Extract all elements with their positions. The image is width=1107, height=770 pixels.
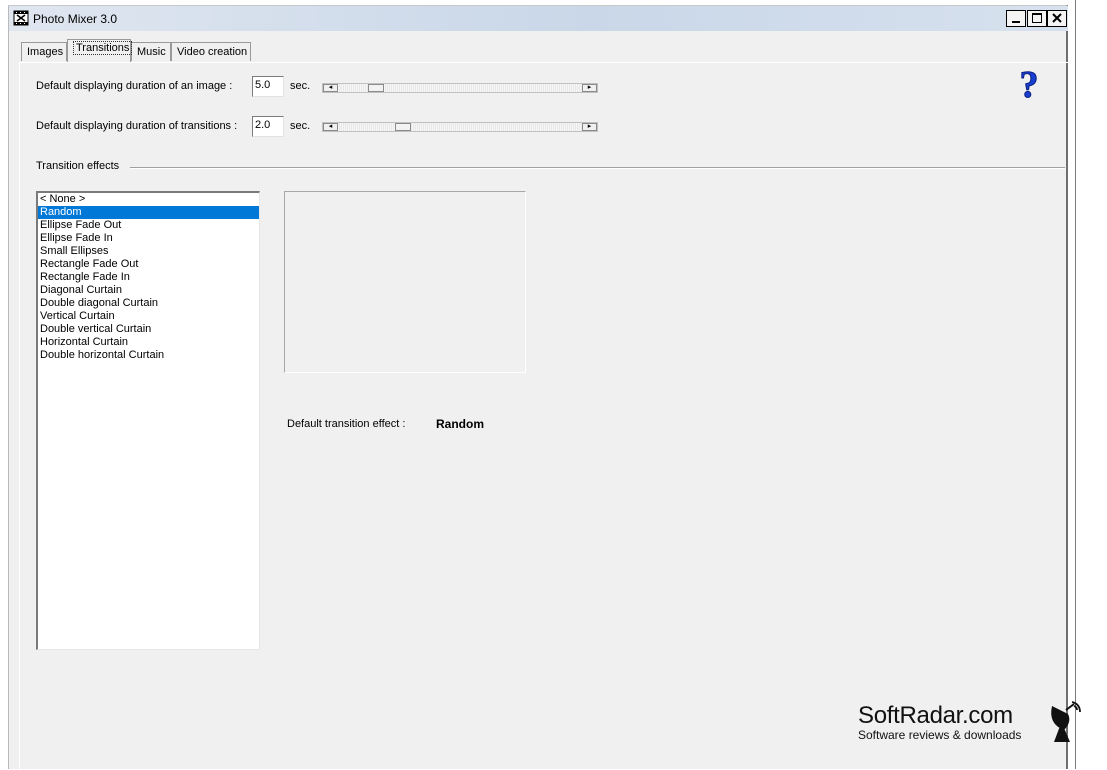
close-icon	[1052, 13, 1062, 23]
image-duration-input[interactable]: 5.0	[252, 76, 284, 97]
tab-video-creation[interactable]: Video creation	[171, 42, 251, 61]
list-item[interactable]: Double horizontal Curtain	[38, 349, 259, 362]
list-item[interactable]: Vertical Curtain	[38, 310, 259, 323]
window-title: Photo Mixer 3.0	[33, 12, 118, 26]
list-item[interactable]: Ellipse Fade Out	[38, 219, 259, 232]
default-effect-value: Random	[436, 417, 484, 431]
list-item[interactable]: Random	[38, 206, 259, 219]
tab-video-creation-label: Video creation	[177, 46, 248, 58]
watermark-name: SoftRadar.com	[858, 702, 1013, 729]
svg-text:?: ?	[1020, 66, 1039, 102]
list-item[interactable]: Small Ellipses	[38, 245, 259, 258]
list-item[interactable]: Double diagonal Curtain	[38, 297, 259, 310]
list-item[interactable]: Diagonal Curtain	[38, 284, 259, 297]
list-item[interactable]: Rectangle Fade Out	[38, 258, 259, 271]
outer-border	[1075, 0, 1076, 769]
slider-left-arrow-icon[interactable]: ◂	[323, 84, 338, 92]
watermark-tagline: Software reviews & downloads	[858, 728, 1022, 742]
list-item[interactable]: Ellipse Fade In	[38, 232, 259, 245]
slider-right-arrow-icon[interactable]: ▸	[582, 84, 597, 92]
group-divider	[130, 167, 1065, 169]
slider-right-arrow-icon[interactable]: ▸	[582, 123, 597, 131]
tab-transitions[interactable]: Transitions	[67, 39, 133, 62]
transition-duration-slider[interactable]: ◂ ▸	[322, 122, 598, 132]
film-app-icon	[13, 10, 29, 26]
transition-effects-list[interactable]: < None > Random Ellipse Fade Out Ellipse Fa…	[36, 191, 260, 650]
transition-duration-label: Default displaying duration of transitio…	[36, 120, 238, 132]
image-duration-slider-thumb[interactable]	[368, 84, 384, 92]
help-question-icon[interactable]: ?	[1014, 66, 1044, 102]
minimize-icon	[1012, 21, 1020, 23]
transition-duration-slider-thumb[interactable]	[395, 123, 411, 131]
minimize-button[interactable]	[1006, 10, 1026, 27]
tab-music-label: Music	[137, 46, 166, 58]
list-item[interactable]: < None >	[38, 193, 259, 206]
maximize-icon	[1032, 13, 1042, 23]
title-bar[interactable]: Photo Mixer 3.0	[9, 6, 1068, 31]
slider-left-arrow-icon[interactable]: ◂	[323, 123, 338, 131]
tab-images-label: Images	[27, 46, 64, 58]
tab-transitions-label: Transitions	[73, 41, 133, 55]
list-item[interactable]: Horizontal Curtain	[38, 336, 259, 349]
tab-music[interactable]: Music	[131, 42, 171, 61]
default-effect-label: Default transition effect :	[287, 418, 406, 430]
satellite-dish-icon	[1051, 701, 1081, 742]
transition-duration-input[interactable]: 2.0	[252, 116, 284, 137]
transition-duration-unit: sec.	[290, 120, 311, 132]
list-item[interactable]: Rectangle Fade In	[38, 271, 259, 284]
image-duration-slider[interactable]: ◂ ▸	[322, 83, 598, 93]
list-item[interactable]: Double vertical Curtain	[38, 323, 259, 336]
close-button[interactable]	[1047, 10, 1067, 27]
maximize-button[interactable]	[1027, 10, 1047, 27]
tab-images[interactable]: Images	[21, 42, 67, 61]
transition-preview	[284, 191, 526, 373]
image-duration-label: Default displaying duration of an image …	[36, 80, 233, 92]
transition-effects-group-label: Transition effects	[36, 160, 120, 172]
softradar-watermark: SoftRadar.com Software reviews & downloa…	[858, 702, 1021, 742]
image-duration-unit: sec.	[290, 80, 311, 92]
